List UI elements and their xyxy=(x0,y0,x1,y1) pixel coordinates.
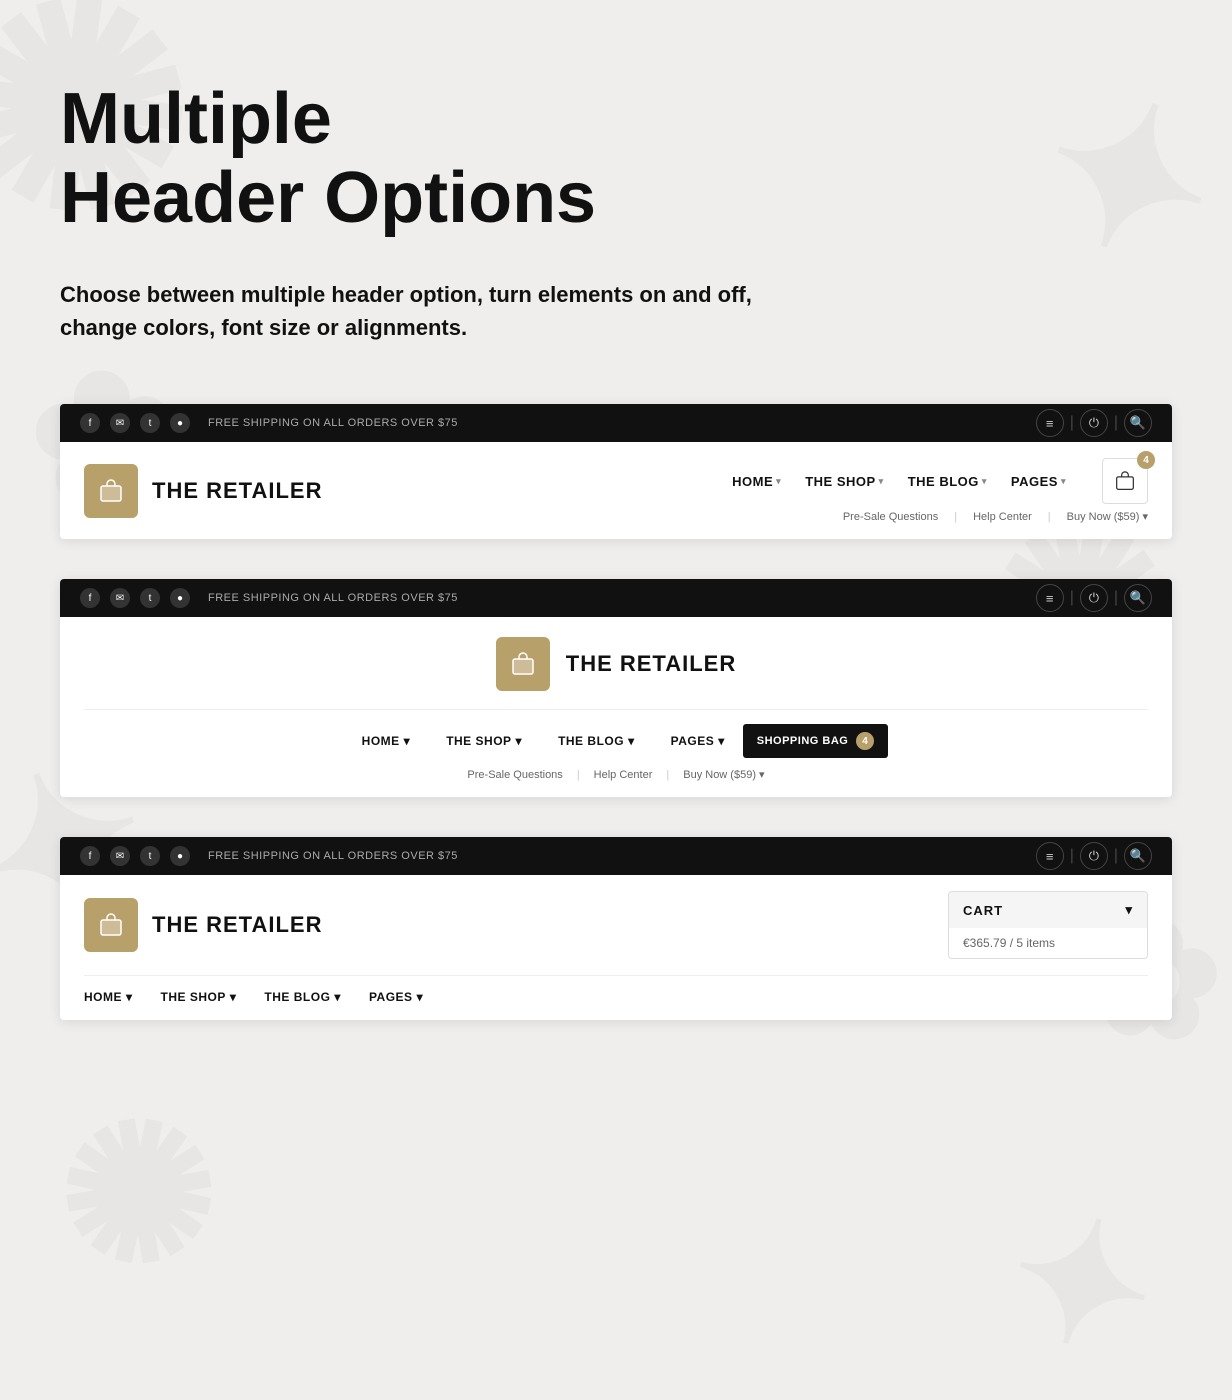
twitter-icon-2[interactable]: t xyxy=(140,588,160,608)
topbar-1: f ✉ t ● FREE SHIPPING ON ALL ORDERS OVER… xyxy=(60,404,1172,442)
nav-pages-3[interactable]: PAGES ▾ xyxy=(369,990,451,1004)
bag-badge: 4 xyxy=(856,732,874,750)
message-icon-3[interactable]: ✉ xyxy=(110,846,130,866)
instagram-icon-2[interactable]: ● xyxy=(170,588,190,608)
cart-chevron: ▾ xyxy=(1125,902,1133,918)
logo-icon-1 xyxy=(84,464,138,518)
nav-blog-3[interactable]: THE BLOG ▾ xyxy=(264,990,369,1004)
nav-pages-1[interactable]: PAGES ▾ xyxy=(1011,474,1066,489)
topbar-left-1: f ✉ t ● FREE SHIPPING ON ALL ORDERS OVER… xyxy=(80,413,458,433)
logo-text-2: THE RETAILER xyxy=(566,651,736,677)
menu-icon-2[interactable]: ≡ xyxy=(1036,584,1064,612)
topbar-3: f ✉ t ● FREE SHIPPING ON ALL ORDERS OVER… xyxy=(60,837,1172,875)
nav-home-2[interactable]: HOME ▾ xyxy=(344,734,429,748)
search-icon-3[interactable]: 🔍 xyxy=(1124,842,1152,870)
buy-now-1[interactable]: Buy Now ($59) ▾ xyxy=(1067,510,1148,523)
facebook-icon-2[interactable]: f xyxy=(80,588,100,608)
nav-shop-2[interactable]: THE SHOP ▾ xyxy=(428,734,540,748)
nav-main-1: HOME ▾ THE SHOP ▾ THE BLOG ▾ PAGES ▾ 4 xyxy=(732,458,1148,504)
nav-home-3[interactable]: HOME ▾ xyxy=(84,990,161,1004)
instagram-icon[interactable]: ● xyxy=(170,413,190,433)
header-main-1: THE RETAILER HOME ▾ THE SHOP ▾ THE BLOG … xyxy=(60,442,1172,539)
header-demo-2: f ✉ t ● FREE SHIPPING ON ALL ORDERS OVER… xyxy=(60,579,1172,797)
pre-sale-2[interactable]: Pre-Sale Questions xyxy=(467,769,562,781)
cart-label: CART xyxy=(963,903,1003,918)
message-icon[interactable]: ✉ xyxy=(110,413,130,433)
header-3-top-row: THE RETAILER CART ▾ €365.79 / 5 items xyxy=(84,891,1148,959)
nav-main-3: HOME ▾ THE SHOP ▾ THE BLOG ▾ PAGES ▾ xyxy=(84,975,1148,1004)
shipping-text-2: FREE SHIPPING ON ALL ORDERS OVER $75 xyxy=(208,592,458,604)
shipping-text-1: FREE SHIPPING ON ALL ORDERS OVER $75 xyxy=(208,417,458,429)
logo-text-3: THE RETAILER xyxy=(152,912,322,938)
menu-icon-1[interactable]: ≡ xyxy=(1036,409,1064,437)
topbar-right-2: ≡ | ⏻ | 🔍 xyxy=(1036,584,1152,612)
nav-secondary-2: Pre-Sale Questions | Help Center | Buy N… xyxy=(467,758,764,797)
power-icon-1[interactable]: ⏻ xyxy=(1080,409,1108,437)
logo-icon-3 xyxy=(84,898,138,952)
nav-main-2: HOME ▾ THE SHOP ▾ THE BLOG ▾ PAGES ▾ SHO… xyxy=(84,709,1148,758)
search-icon-2[interactable]: 🔍 xyxy=(1124,584,1152,612)
logo-area-2: THE RETAILER xyxy=(496,637,736,691)
hero-title: Multiple Header Options xyxy=(60,80,1172,238)
facebook-icon-3[interactable]: f xyxy=(80,846,100,866)
message-icon-2[interactable]: ✉ xyxy=(110,588,130,608)
power-icon-3[interactable]: ⏻ xyxy=(1080,842,1108,870)
facebook-icon[interactable]: f xyxy=(80,413,100,433)
nav-shop-3[interactable]: THE SHOP ▾ xyxy=(161,990,265,1004)
logo-icon-2 xyxy=(496,637,550,691)
header-demo-3: f ✉ t ● FREE SHIPPING ON ALL ORDERS OVER… xyxy=(60,837,1172,1020)
topbar-right-3: ≡ | ⏻ | 🔍 xyxy=(1036,842,1152,870)
cart-badge-1: 4 xyxy=(1137,451,1155,469)
cart-widget-header[interactable]: CART ▾ xyxy=(949,892,1147,928)
help-center-2[interactable]: Help Center xyxy=(594,769,653,781)
cart-widget-info: €365.79 / 5 items xyxy=(949,928,1147,958)
header-main-2: THE RETAILER HOME ▾ THE SHOP ▾ THE BLOG … xyxy=(60,617,1172,797)
twitter-icon[interactable]: t xyxy=(140,413,160,433)
nav-home-1[interactable]: HOME ▾ xyxy=(732,474,781,489)
nav-blog-2[interactable]: THE BLOG ▾ xyxy=(540,734,653,748)
shopping-bag-button[interactable]: SHOPPING BAG 4 xyxy=(743,724,889,758)
header-main-3: THE RETAILER CART ▾ €365.79 / 5 items HO… xyxy=(60,875,1172,1020)
cart-button-1[interactable]: 4 xyxy=(1102,458,1148,504)
topbar-left-2: f ✉ t ● FREE SHIPPING ON ALL ORDERS OVER… xyxy=(80,588,458,608)
logo-text-1: THE RETAILER xyxy=(152,478,322,504)
header-demo-1: f ✉ t ● FREE SHIPPING ON ALL ORDERS OVER… xyxy=(60,404,1172,539)
topbar-right-1: ≡ | ⏻ | 🔍 xyxy=(1036,409,1152,437)
instagram-icon-3[interactable]: ● xyxy=(170,846,190,866)
power-icon-2[interactable]: ⏻ xyxy=(1080,584,1108,612)
logo-area-1: THE RETAILER xyxy=(84,464,322,518)
nav-area-1: HOME ▾ THE SHOP ▾ THE BLOG ▾ PAGES ▾ 4 P… xyxy=(732,458,1148,523)
shipping-text-3: FREE SHIPPING ON ALL ORDERS OVER $75 xyxy=(208,850,458,862)
search-icon-1[interactable]: 🔍 xyxy=(1124,409,1152,437)
nav-secondary-1: Pre-Sale Questions | Help Center | Buy N… xyxy=(843,510,1148,523)
hero-description: Choose between multiple header option, t… xyxy=(60,278,760,344)
nav-blog-1[interactable]: THE BLOG ▾ xyxy=(908,474,987,489)
help-center-1[interactable]: Help Center xyxy=(973,511,1032,523)
menu-icon-3[interactable]: ≡ xyxy=(1036,842,1064,870)
logo-area-3: THE RETAILER xyxy=(84,898,322,952)
topbar-2: f ✉ t ● FREE SHIPPING ON ALL ORDERS OVER… xyxy=(60,579,1172,617)
nav-pages-2[interactable]: PAGES ▾ xyxy=(653,734,743,748)
twitter-icon-3[interactable]: t xyxy=(140,846,160,866)
pre-sale-1[interactable]: Pre-Sale Questions xyxy=(843,511,938,523)
buy-now-2[interactable]: Buy Now ($59) ▾ xyxy=(683,768,764,781)
nav-shop-1[interactable]: THE SHOP ▾ xyxy=(805,474,884,489)
cart-widget[interactable]: CART ▾ €365.79 / 5 items xyxy=(948,891,1148,959)
topbar-left-3: f ✉ t ● FREE SHIPPING ON ALL ORDERS OVER… xyxy=(80,846,458,866)
